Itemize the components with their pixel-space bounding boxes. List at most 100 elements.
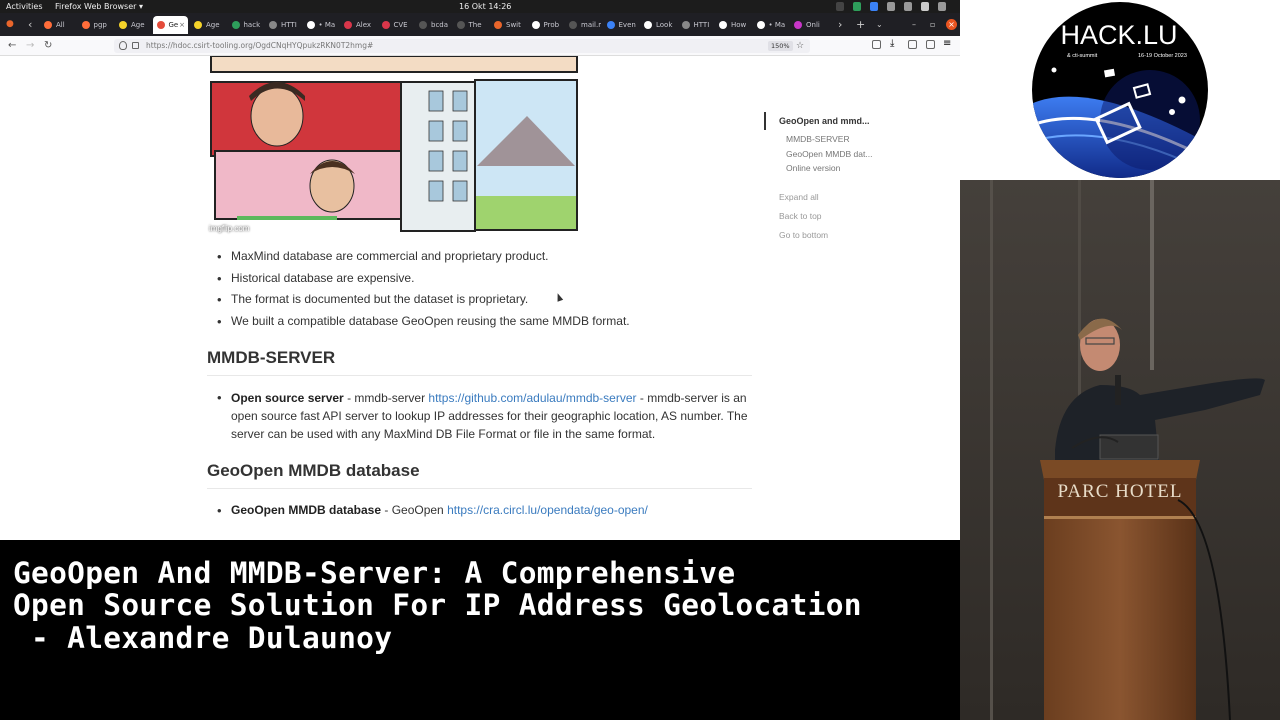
go-to-bottom-link[interactable]: Go to bottom bbox=[764, 226, 944, 245]
tab[interactable]: Look bbox=[640, 16, 676, 34]
list-item: Historical database are expensive. bbox=[207, 268, 630, 290]
list-item: Open source server - mmdb-server https:/… bbox=[207, 389, 759, 443]
expand-all-link[interactable]: Expand all bbox=[764, 188, 944, 207]
tab[interactable]: pgp bbox=[78, 16, 114, 34]
tab[interactable]: All bbox=[40, 16, 76, 34]
wifi-icon[interactable] bbox=[887, 2, 895, 11]
tab-favicon-icon bbox=[344, 21, 352, 29]
forward-icon[interactable]: → bbox=[26, 39, 34, 53]
tab[interactable]: mail.mb bbox=[565, 16, 601, 34]
tab[interactable]: Age bbox=[190, 16, 226, 34]
tab[interactable]: Alex bbox=[340, 16, 376, 34]
geoopen-list: GeoOpen MMDB database - GeoOpen https://… bbox=[207, 500, 648, 522]
tab-label: mail.mb bbox=[581, 21, 601, 29]
tab-favicon-icon bbox=[81, 21, 90, 29]
reload-icon[interactable]: ↻ bbox=[44, 39, 52, 53]
tab-favicon-icon bbox=[269, 21, 277, 29]
extension-icon[interactable] bbox=[908, 40, 917, 49]
toc-item-active[interactable]: GeoOpen and mmd... bbox=[764, 112, 944, 130]
shield-icon[interactable] bbox=[119, 41, 127, 50]
power-menu-icon[interactable] bbox=[938, 2, 946, 11]
tab[interactable]: How bbox=[715, 16, 751, 34]
tab-favicon-icon bbox=[644, 21, 652, 29]
firefox-view-icon[interactable]: ● bbox=[6, 13, 14, 36]
tab[interactable]: Prob bbox=[528, 16, 564, 34]
bookmark-star-icon[interactable]: ☆ bbox=[796, 39, 804, 53]
tab[interactable]: bcda bbox=[415, 16, 451, 34]
extension-icon[interactable] bbox=[836, 2, 844, 11]
tab-favicon-icon bbox=[681, 21, 690, 29]
activities-button[interactable]: Activities bbox=[6, 0, 43, 13]
tab[interactable]: HTTI bbox=[678, 16, 714, 34]
extensions-puzzle-icon[interactable] bbox=[926, 40, 935, 49]
extension-icon[interactable] bbox=[870, 2, 878, 11]
tab-close-icon[interactable]: × bbox=[179, 16, 185, 34]
speaker-video: PARC HOTEL bbox=[960, 180, 1280, 720]
clock[interactable]: 16 Okt 14:26 bbox=[459, 0, 511, 13]
tab[interactable]: CVE bbox=[378, 16, 414, 34]
tab[interactable]: HTTI bbox=[265, 16, 301, 34]
back-icon[interactable]: ← bbox=[8, 39, 16, 53]
tab-favicon-icon bbox=[119, 21, 127, 29]
tab-label: bcda bbox=[431, 21, 449, 29]
back-to-top-link[interactable]: Back to top bbox=[764, 207, 944, 226]
new-tab-icon[interactable]: + bbox=[856, 13, 865, 36]
talk-title-caption: GeoOpen And MMDB-Server: A Comprehensive… bbox=[0, 540, 960, 720]
lock-icon[interactable] bbox=[132, 42, 139, 49]
bold-label: Open source server bbox=[231, 391, 344, 405]
tab-label: CVE bbox=[393, 21, 408, 29]
tab-label: • Ma bbox=[318, 21, 336, 29]
tab-favicon-icon bbox=[531, 21, 540, 29]
mmdb-server-list: Open source server - mmdb-server https:/… bbox=[207, 389, 759, 443]
app-menu[interactable]: Firefox Web Browser ▾ bbox=[55, 0, 143, 13]
tab-label: Onli bbox=[806, 21, 820, 29]
toc-item[interactable]: MMDB-SERVER bbox=[764, 132, 944, 147]
tab[interactable]: Swit bbox=[490, 16, 526, 34]
volume-icon[interactable] bbox=[904, 2, 912, 11]
pocket-icon[interactable] bbox=[872, 40, 881, 49]
tab-active[interactable]: Ge × bbox=[152, 16, 188, 34]
bold-label: GeoOpen MMDB database bbox=[231, 503, 382, 517]
system-top-bar: Activities Firefox Web Browser ▾ 16 Okt … bbox=[0, 0, 960, 13]
hamburger-menu-icon[interactable]: ≡ bbox=[943, 39, 952, 49]
tab-favicon-icon bbox=[456, 21, 465, 29]
tab[interactable]: Even bbox=[603, 16, 639, 34]
tab-favicon-icon bbox=[756, 21, 765, 29]
minimize-icon[interactable]: – bbox=[912, 13, 916, 36]
tab-label: Swit bbox=[506, 21, 521, 29]
tab-label: HTTI bbox=[281, 21, 297, 29]
maximize-icon[interactable]: ▫ bbox=[930, 13, 935, 36]
url-text[interactable]: https://hdoc.csirt-tooling.org/OgdCNqHYQ… bbox=[146, 39, 373, 53]
tab-label: • Ma bbox=[768, 21, 786, 29]
tab[interactable]: • Ma bbox=[753, 16, 789, 34]
table-of-contents: GeoOpen and mmd... MMDB-SERVER GeoOpen M… bbox=[764, 112, 944, 245]
tab-favicon-icon bbox=[156, 21, 165, 29]
tab-favicon-icon bbox=[494, 21, 502, 29]
downloads-icon[interactable]: ⤓ bbox=[890, 39, 899, 49]
section-heading-geoopen: GeoOpen MMDB database bbox=[207, 461, 420, 480]
url-bar[interactable]: https://hdoc.csirt-tooling.org/OgdCNqHYQ… bbox=[114, 39, 810, 53]
tab[interactable]: hack bbox=[228, 16, 264, 34]
tab-label: Age bbox=[206, 21, 220, 29]
tab-label: Ge bbox=[168, 21, 179, 29]
system-tray bbox=[836, 2, 946, 11]
mmdb-server-link[interactable]: https://github.com/adulau/mmdb-server bbox=[428, 391, 636, 405]
extension-icon[interactable] bbox=[853, 2, 861, 11]
battery-icon[interactable] bbox=[921, 2, 929, 11]
tab-scroll-left-icon[interactable]: ‹ bbox=[28, 13, 32, 36]
image-watermark: imgflip.com bbox=[209, 224, 250, 233]
tab[interactable]: Age bbox=[115, 16, 151, 34]
tab[interactable]: Onli bbox=[790, 16, 826, 34]
geoopen-link[interactable]: https://cra.circl.lu/opendata/geo-open/ bbox=[447, 503, 648, 517]
intro-bullet-list: MaxMind database are commercial and prop… bbox=[207, 246, 630, 332]
close-window-icon[interactable]: × bbox=[946, 19, 957, 30]
toc-item[interactable]: GeoOpen MMDB dat... bbox=[764, 147, 944, 162]
tab[interactable]: • Ma bbox=[303, 16, 339, 34]
tab-scroll-right-icon[interactable]: › bbox=[838, 13, 842, 36]
zoom-indicator[interactable]: 150% bbox=[768, 41, 793, 51]
tab[interactable]: The bbox=[453, 16, 489, 34]
list-tabs-icon[interactable]: ⌄ bbox=[876, 13, 883, 36]
toc-item[interactable]: Online version bbox=[764, 161, 944, 176]
section-heading-mmdb-server: MMDB-SERVER bbox=[207, 348, 336, 367]
list-item: The format is documented but the dataset… bbox=[207, 289, 630, 311]
